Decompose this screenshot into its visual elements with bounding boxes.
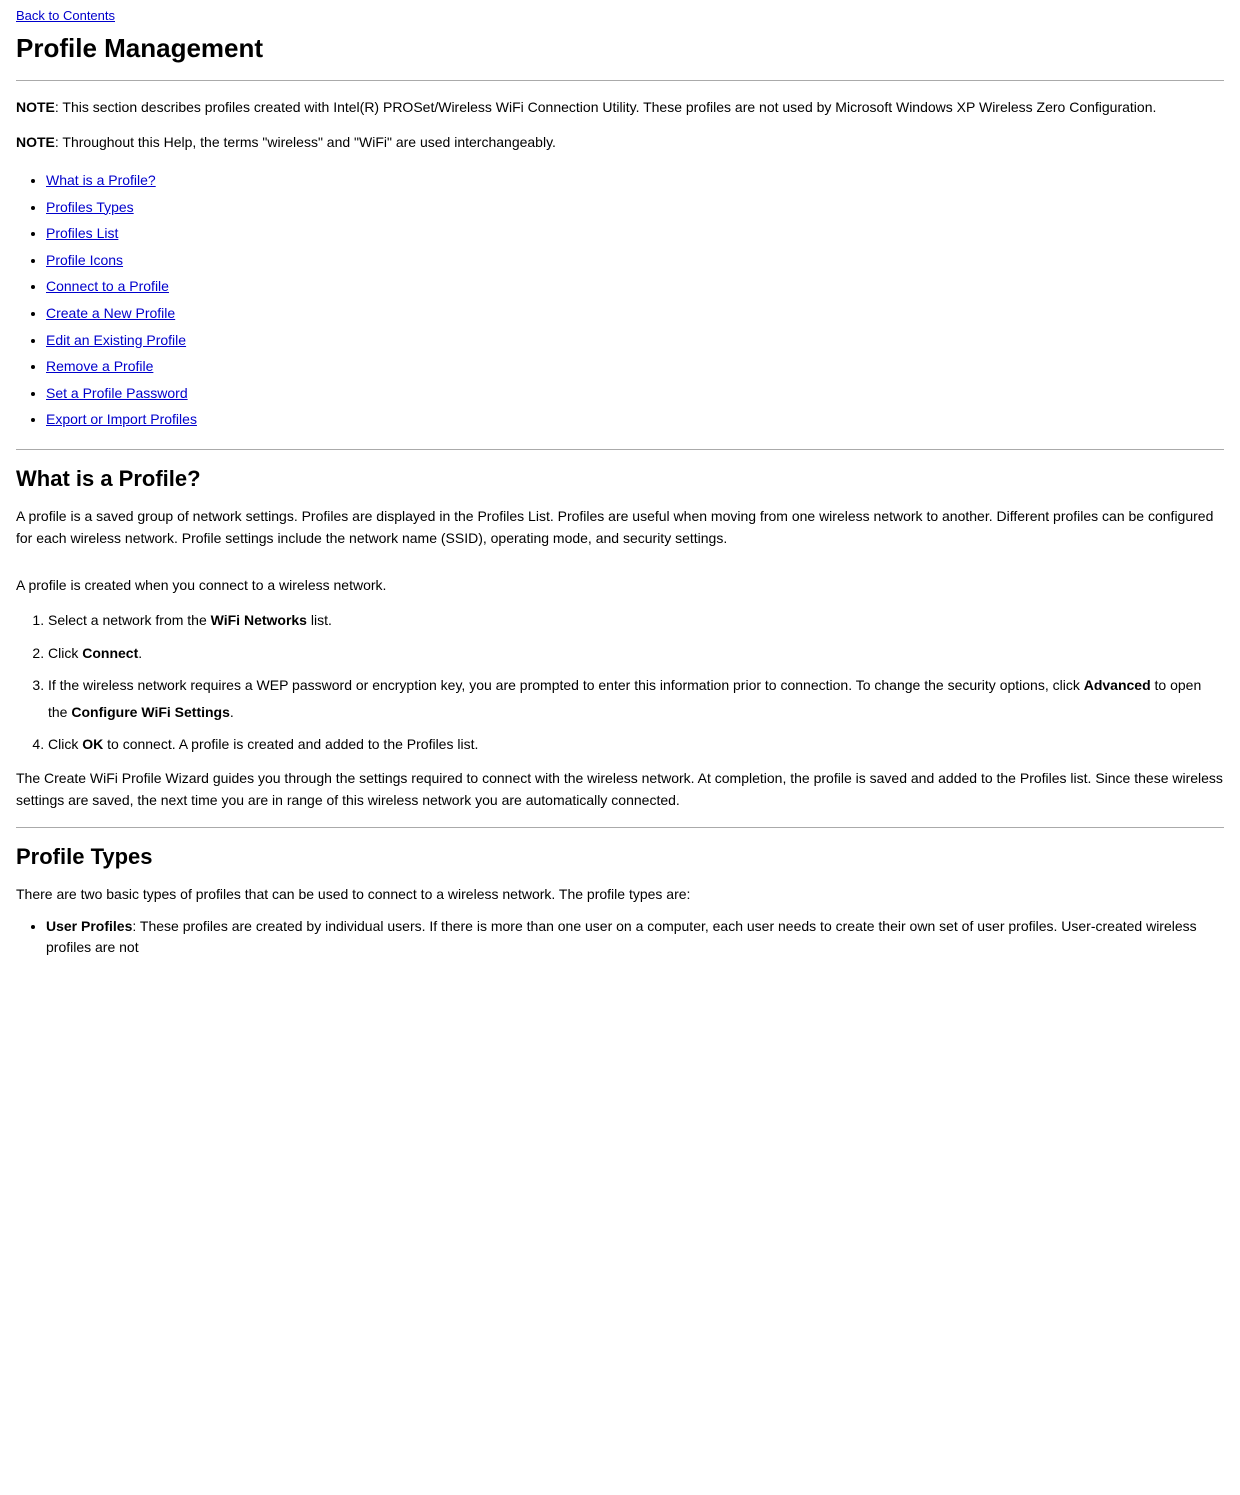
section-what-is-a-profile: What is a Profile? A profile is a saved … [16,466,1224,811]
toc-item-6: Create a New Profile [46,300,1224,327]
toc-link-profile-icons[interactable]: Profile Icons [46,252,123,268]
toc-item-1: What is a Profile? [46,167,1224,194]
what-is-profile-para-2: A profile is created when you connect to… [16,575,1224,597]
what-is-profile-steps: Select a network from the WiFi Networks … [16,607,1224,758]
divider-section1-bottom [16,827,1224,828]
step-2: Click Connect. [48,640,1224,667]
profile-type-user: User Profiles: These profiles are create… [46,916,1224,958]
what-is-profile-para-1: A profile is a saved group of network se… [16,506,1224,549]
toc-link-create-new-profile[interactable]: Create a New Profile [46,305,175,321]
note-1: NOTE: This section describes profiles cr… [16,97,1224,118]
page-title: Profile Management [16,33,1224,64]
what-is-profile-closing: The Create WiFi Profile Wizard guides yo… [16,768,1224,811]
note-1-label: NOTE [16,99,55,115]
divider-top [16,80,1224,81]
toc-link-profiles-list[interactable]: Profiles List [46,225,118,241]
toc-link-profiles-types[interactable]: Profiles Types [46,199,134,215]
note-1-text: : This section describes profiles create… [55,99,1157,115]
toc-link-export-import-profiles[interactable]: Export or Import Profiles [46,411,197,427]
toc-item-10: Export or Import Profiles [46,406,1224,433]
step-4: Click OK to connect. A profile is create… [48,731,1224,758]
toc-item-3: Profiles List [46,220,1224,247]
divider-toc-bottom [16,449,1224,450]
back-to-contents-link[interactable]: Back to Contents [16,8,1224,23]
toc-link-edit-existing-profile[interactable]: Edit an Existing Profile [46,332,186,348]
toc-item-2: Profiles Types [46,194,1224,221]
toc-link-set-profile-password[interactable]: Set a Profile Password [46,385,188,401]
note-2-label: NOTE [16,134,55,150]
toc-link-remove-profile[interactable]: Remove a Profile [46,358,153,374]
toc-link-what-is-a-profile[interactable]: What is a Profile? [46,172,156,188]
profile-types-list: User Profiles: These profiles are create… [16,916,1224,958]
section-profile-types: Profile Types There are two basic types … [16,844,1224,958]
section-heading-what-is-a-profile: What is a Profile? [16,466,1224,492]
toc-item-4: Profile Icons [46,247,1224,274]
toc-item-7: Edit an Existing Profile [46,327,1224,354]
section-heading-profile-types: Profile Types [16,844,1224,870]
step-1: Select a network from the WiFi Networks … [48,607,1224,634]
note-2: NOTE: Throughout this Help, the terms "w… [16,132,1224,153]
step-3: If the wireless network requires a WEP p… [48,672,1224,725]
note-2-text: : Throughout this Help, the terms "wirel… [55,134,556,150]
toc-item-9: Set a Profile Password [46,380,1224,407]
toc-item-5: Connect to a Profile [46,273,1224,300]
toc-list: What is a Profile? Profiles Types Profil… [16,167,1224,433]
toc-item-8: Remove a Profile [46,353,1224,380]
profile-types-intro: There are two basic types of profiles th… [16,884,1224,906]
toc-link-connect-to-profile[interactable]: Connect to a Profile [46,278,169,294]
